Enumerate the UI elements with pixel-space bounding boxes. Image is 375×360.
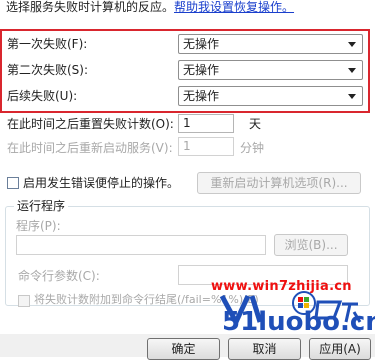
program-label: 程序(P): [16, 219, 61, 233]
first-failure-select[interactable]: 无操作 [178, 34, 363, 54]
append-fail-count-checkbox[interactable] [18, 295, 30, 307]
params-label: 命令行参数(C): [18, 269, 100, 283]
restart-service-input[interactable]: 1 [178, 137, 234, 156]
help-link[interactable]: 帮助我设置恢复操作。 [174, 0, 294, 14]
restart-service-unit: 分钟 [240, 141, 265, 155]
reset-count-unit: 天 [249, 117, 262, 131]
subsequent-failure-label: 后续失败(U): [7, 89, 78, 103]
run-program-group-title: 运行程序 [14, 198, 69, 214]
subsequent-failure-value: 无操作 [183, 89, 220, 103]
enable-actions-checkbox[interactable] [7, 177, 19, 189]
watermark-logo-text: 51luobo.cn [222, 307, 375, 337]
append-fail-count-label: 将失败计数附加到命令行结尾(/fail=%1%)(E) [34, 293, 259, 306]
intro-text: 选择服务失败时计算机的反应。 [6, 0, 175, 14]
second-failure-select[interactable]: 无操作 [178, 60, 363, 80]
second-failure-value: 无操作 [183, 63, 220, 77]
enable-actions-label: 启用发生错误便停止的操作。 [23, 176, 180, 190]
first-failure-value: 无操作 [183, 37, 220, 51]
reset-count-input[interactable]: 1 [178, 114, 234, 133]
first-failure-label: 第一次失败(F): [7, 37, 88, 51]
browse-button[interactable]: 浏览(B)... [274, 234, 348, 256]
restart-computer-options-button[interactable]: 重新启动计算机选项(R)... [197, 172, 361, 194]
intro-line: 选择服务失败时计算机的反应。帮助我设置恢复操作。 [6, 0, 294, 14]
chevron-down-icon [348, 94, 356, 99]
restart-service-label: 在此时间之后重新启动服务(V): [7, 141, 173, 155]
chevron-down-icon [348, 42, 356, 47]
second-failure-label: 第二次失败(S): [7, 63, 89, 77]
subsequent-failure-select[interactable]: 无操作 [178, 86, 363, 106]
chevron-down-icon [348, 68, 356, 73]
program-input[interactable] [16, 235, 266, 255]
watermark-site: www.win7zhijia.cn [211, 279, 352, 294]
reset-count-label: 在此时间之后重置失败计数(O): [7, 117, 174, 131]
